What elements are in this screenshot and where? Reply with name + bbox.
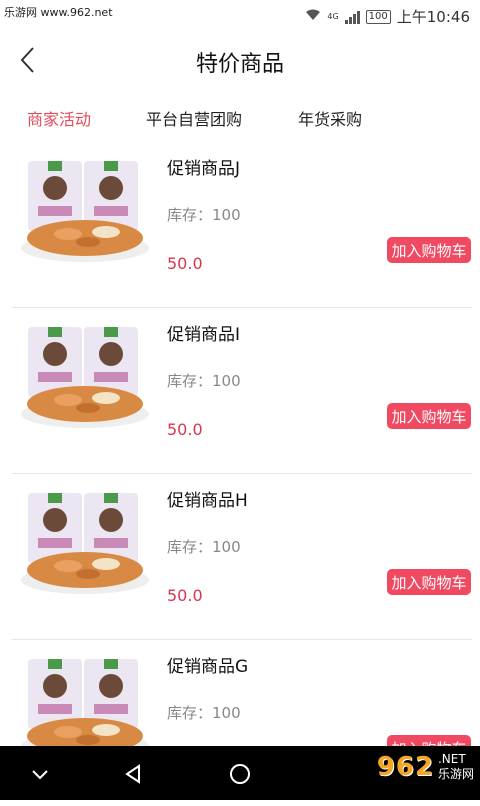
product-name: 促销商品H: [167, 491, 248, 511]
add-to-cart-button[interactable]: 加入购物车: [387, 403, 471, 429]
product-item[interactable]: 促销商品I 库存：100 50.0 加入购物车: [0, 308, 480, 474]
tab-bar: 商家活动 平台自营团购 年货采购: [0, 90, 480, 142]
product-item[interactable]: 促销商品J 库存：100 50.0 加入购物车: [0, 142, 480, 308]
page-title: 特价商品: [195, 52, 284, 77]
product-name: 促销商品G: [167, 657, 249, 677]
chevron-down-icon: [32, 770, 48, 780]
watermark-logo: 962 .NET 乐游网: [377, 752, 474, 782]
add-to-cart-button[interactable]: 加入购物车: [387, 237, 471, 263]
tab-platform-group-buy[interactable]: 平台自营团购: [146, 106, 242, 130]
watermark-net: .NET: [437, 752, 466, 766]
watermark-site: 乐游网: [437, 767, 474, 781]
product-stock: 库存：100: [167, 538, 241, 556]
watermark-text: 乐游网 www.962.net: [4, 6, 113, 19]
nav-collapse-button[interactable]: [24, 758, 56, 790]
product-stock: 库存：100: [167, 704, 241, 722]
product-stock: 库存：100: [167, 206, 241, 224]
product-name: 促销商品I: [167, 325, 241, 345]
product-image: [21, 161, 149, 262]
product-stock: 库存：100: [167, 372, 241, 390]
signal-icon: [344, 10, 360, 24]
system-nav-bar: 962 .NET 乐游网: [0, 746, 480, 800]
nav-home-button[interactable]: [224, 758, 256, 790]
status-time: 上午10:46: [396, 8, 470, 26]
status-bar: 乐游网 www.962.net 4G 100 上午10:46: [0, 0, 480, 32]
product-image: [21, 493, 149, 594]
product-price: 50.0: [167, 420, 203, 439]
nav-back-button[interactable]: [117, 758, 149, 790]
tab-merchant-activity[interactable]: 商家活动: [27, 106, 91, 130]
network-type: 4G: [327, 12, 339, 21]
watermark-sub: .NET 乐游网: [438, 752, 474, 782]
triangle-back-icon: [125, 764, 140, 784]
header: 特价商品: [0, 32, 480, 90]
add-to-cart-button[interactable]: 加入购物车: [387, 569, 471, 595]
battery-icon: 100: [365, 9, 391, 24]
wifi-icon: [305, 9, 321, 25]
product-price: 50.0: [167, 586, 203, 605]
product-item[interactable]: 促销商品H 库存：100 50.0 加入购物车: [0, 474, 480, 640]
product-name: 促销商品J: [167, 159, 241, 179]
product-image: [21, 327, 149, 428]
watermark-number: 962: [376, 752, 434, 782]
battery-level: 100: [368, 10, 388, 22]
status-icons: 4G 100 上午10:46: [305, 6, 470, 27]
tab-new-year-goods[interactable]: 年货采购: [298, 106, 362, 130]
circle-home-icon: [230, 764, 250, 784]
product-price: 50.0: [167, 254, 203, 273]
